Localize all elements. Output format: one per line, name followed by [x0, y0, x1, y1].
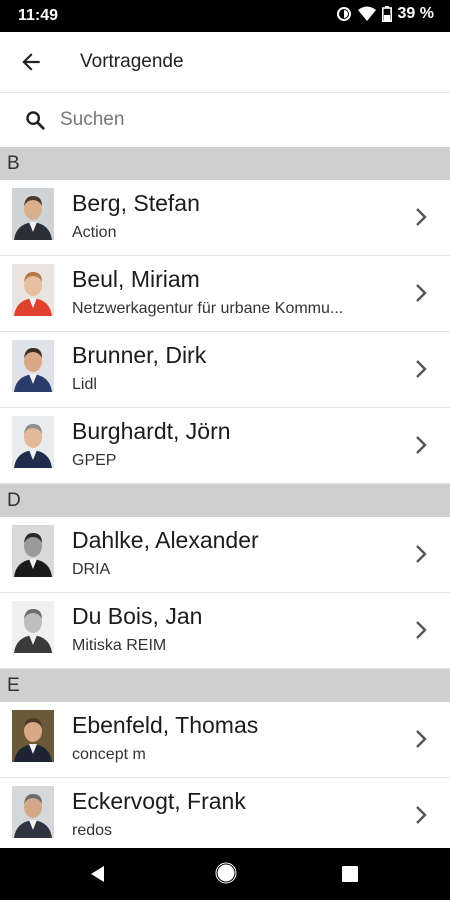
section-header-e: E: [0, 669, 450, 702]
list-item[interactable]: Dahlke, Alexander DRIA: [0, 517, 450, 593]
avatar: [12, 601, 54, 653]
back-arrow-icon[interactable]: [18, 49, 44, 75]
list-item[interactable]: Brunner, Dirk Lidl: [0, 332, 450, 408]
section-header-b: B: [0, 147, 450, 180]
list-item[interactable]: Du Bois, Jan Mitiska REIM: [0, 593, 450, 669]
status-bar: 11:49 39 %: [0, 0, 450, 32]
speaker-company: concept m: [72, 746, 146, 763]
avatar: [12, 786, 54, 838]
chevron-right-icon: [416, 545, 427, 563]
speaker-company: redos: [72, 822, 113, 839]
speaker-company: Lidl: [72, 376, 97, 393]
speaker-company: Netzwerkagentur für urbane Kommu...: [72, 300, 344, 317]
section-header-d: D: [0, 484, 450, 517]
list-item[interactable]: Burghardt, Jörn GPEP: [0, 408, 450, 484]
speaker-company: DRIA: [72, 561, 111, 578]
speaker-list: B Berg, Stefan Action Beul, Miriam Netzwerka…: [0, 147, 450, 854]
battery-icon: [381, 6, 392, 22]
avatar: [12, 264, 54, 316]
speaker-name: Eckervogt, Frank: [72, 788, 246, 814]
chevron-right-icon: [416, 436, 427, 454]
speaker-company: Mitiska REIM: [72, 637, 167, 654]
navigation-bar: [0, 848, 450, 900]
avatar: [12, 188, 54, 240]
list-item[interactable]: Beul, Miriam Netzwerkagentur für urbane K…: [0, 256, 450, 332]
search-bar[interactable]: [0, 96, 450, 146]
list-item[interactable]: Eckervogt, Frank redos: [0, 778, 450, 854]
battery-percent: 39 %: [397, 5, 434, 22]
speaker-company: Action: [72, 224, 117, 241]
avatar: [12, 710, 54, 762]
speaker-name: Dahlke, Alexander: [72, 527, 259, 553]
data-saver-icon: [336, 7, 351, 21]
wifi-icon: [357, 6, 376, 21]
speaker-name: Beul, Miriam: [72, 266, 200, 292]
page-title: Vortragende: [80, 51, 184, 72]
speaker-name: Berg, Stefan: [72, 190, 200, 216]
speaker-company: GPEP: [72, 452, 117, 469]
chevron-right-icon: [416, 284, 427, 302]
nav-home-icon[interactable]: [215, 862, 237, 884]
chevron-right-icon: [416, 360, 427, 378]
nav-recents-icon[interactable]: [342, 866, 358, 882]
avatar: [12, 416, 54, 468]
status-time: 11:49: [18, 7, 59, 24]
app-bar: Vortragende: [0, 32, 450, 93]
list-item[interactable]: Ebenfeld, Thomas concept m: [0, 702, 450, 778]
avatar: [12, 525, 54, 577]
speaker-name: Burghardt, Jörn: [72, 418, 231, 444]
speaker-name: Brunner, Dirk: [72, 342, 207, 368]
chevron-right-icon: [416, 806, 427, 824]
speaker-name: Du Bois, Jan: [72, 603, 203, 629]
chevron-right-icon: [416, 208, 427, 226]
speaker-name: Ebenfeld, Thomas: [72, 712, 259, 738]
search-input[interactable]: [60, 104, 430, 136]
avatar: [12, 340, 54, 392]
chevron-right-icon: [416, 730, 427, 748]
nav-back-icon[interactable]: [88, 864, 108, 884]
list-item[interactable]: Berg, Stefan Action: [0, 180, 450, 256]
status-icons: 39 %: [336, 5, 434, 23]
chevron-right-icon: [416, 621, 427, 639]
search-icon: [26, 111, 45, 130]
